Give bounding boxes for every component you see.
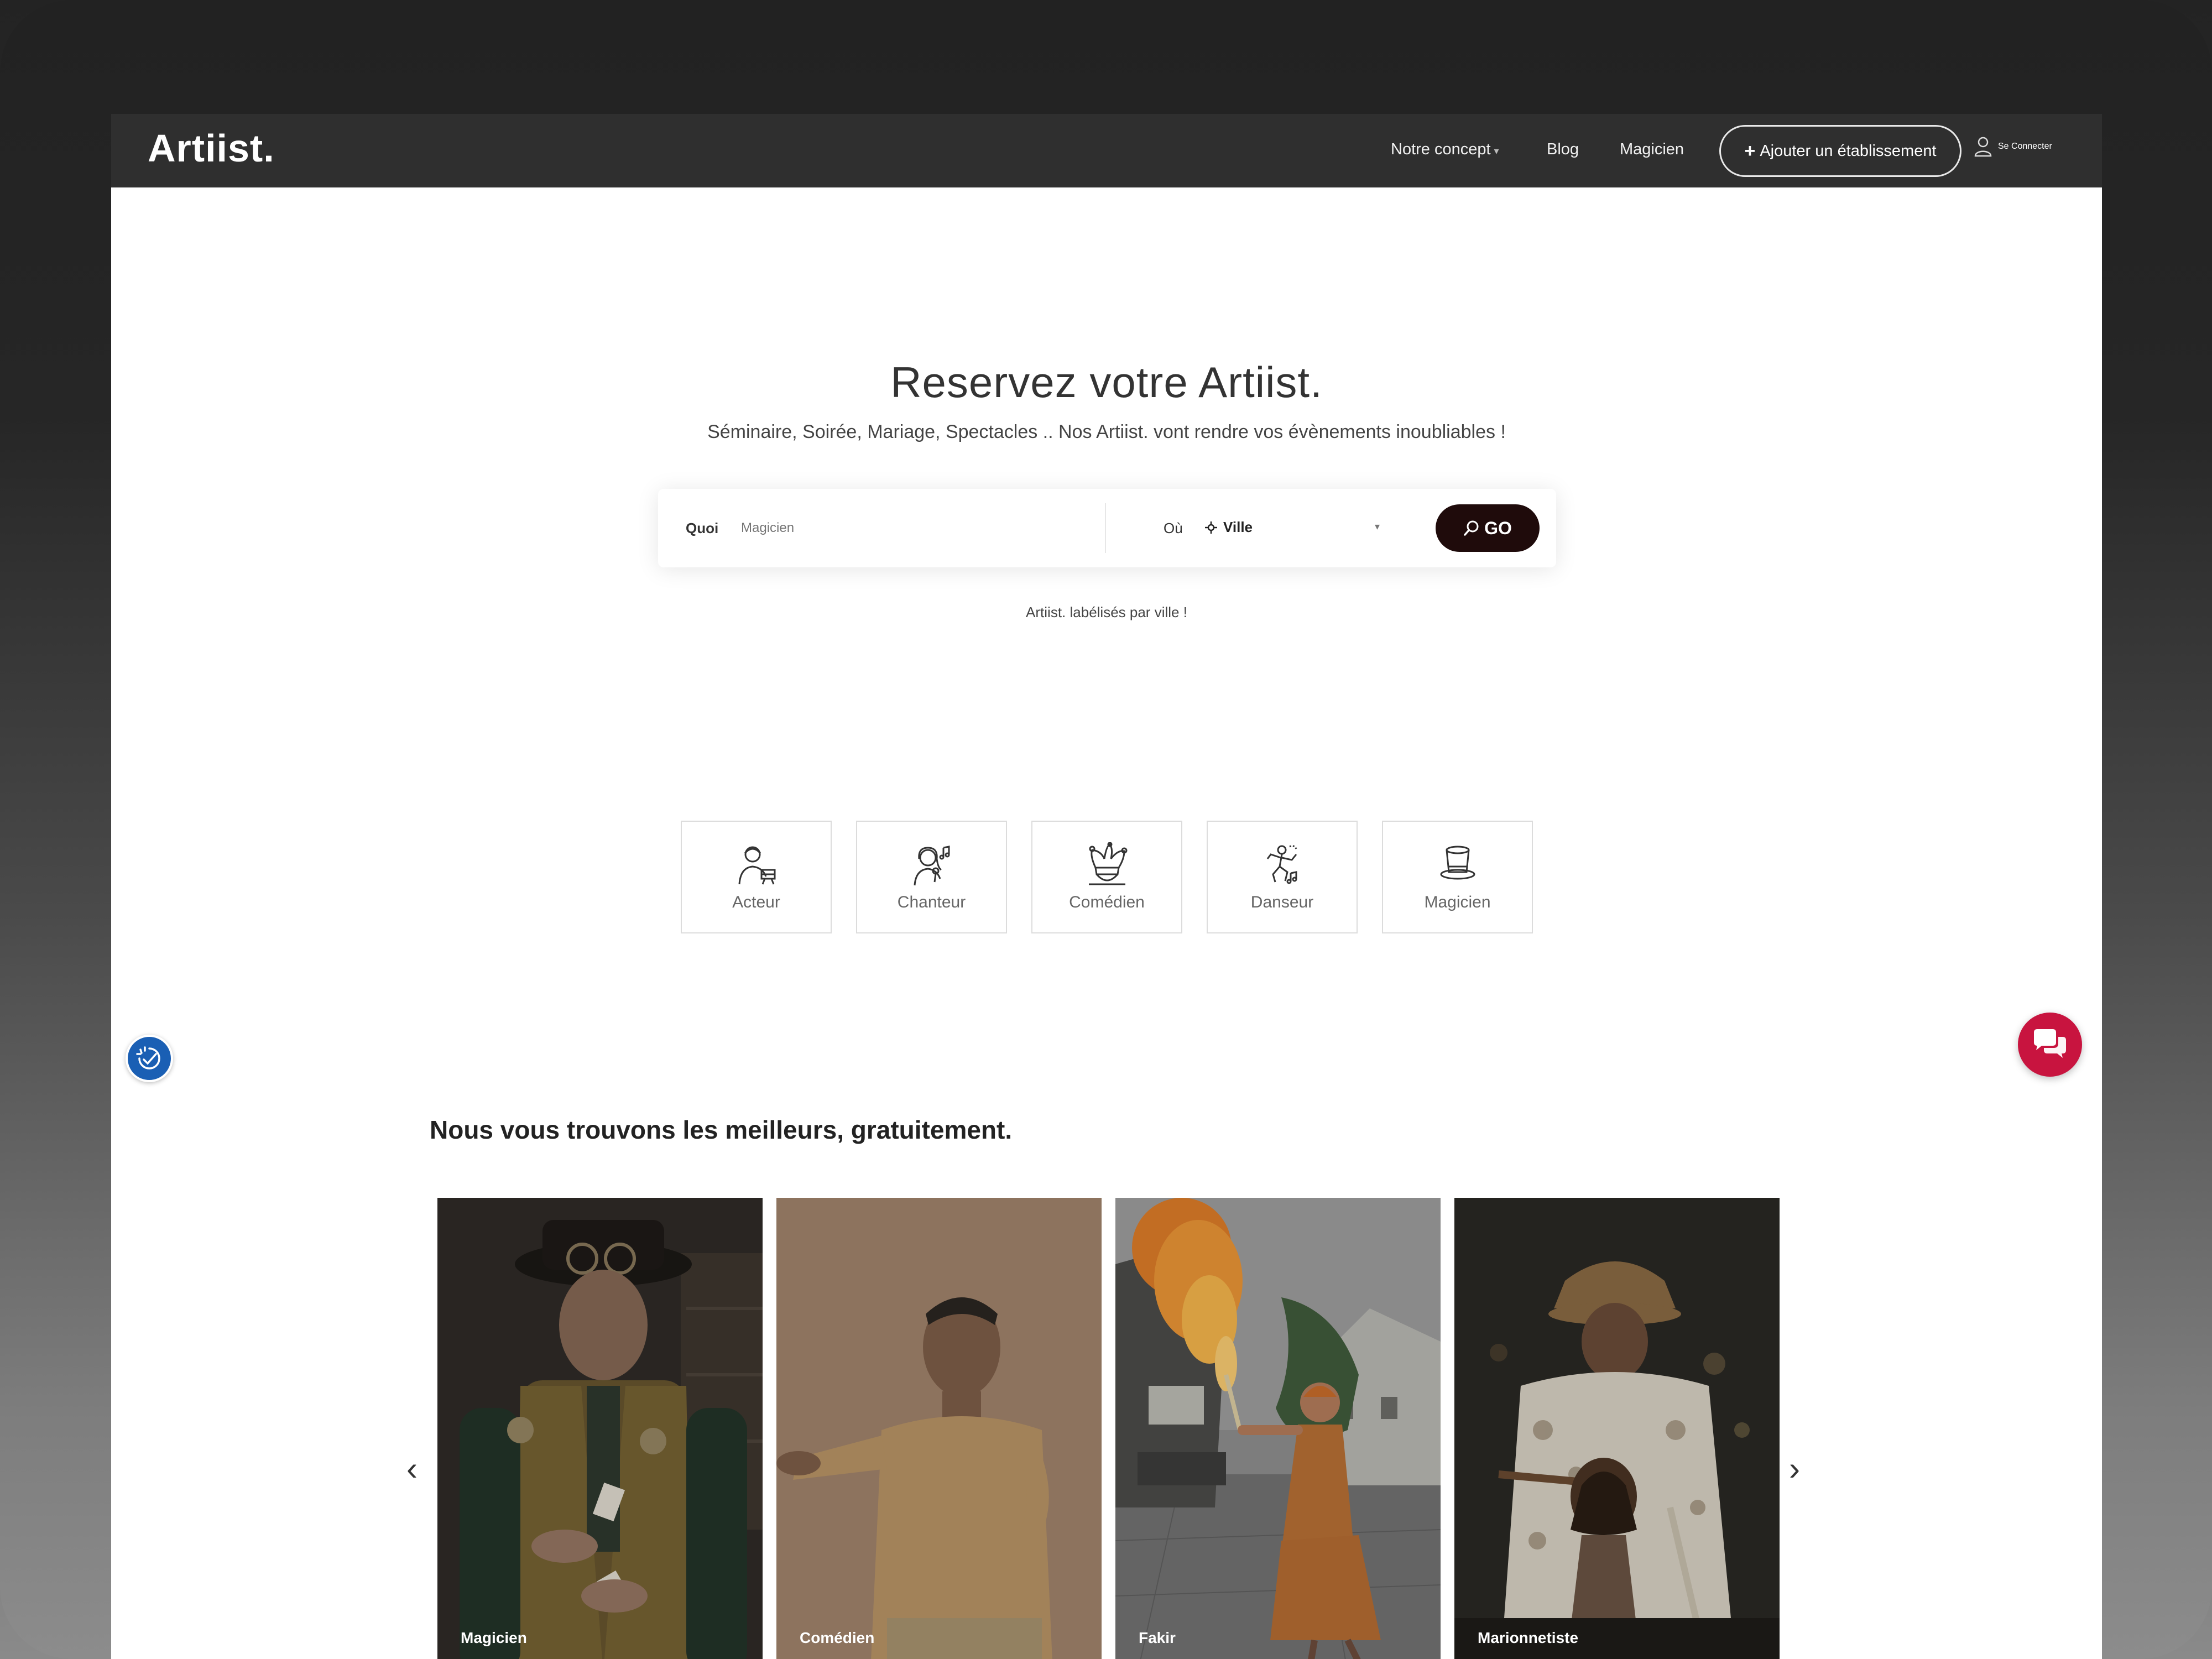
go-search-button[interactable]: GO xyxy=(1436,504,1540,552)
chat-button[interactable] xyxy=(2018,1013,2082,1077)
category-magicien[interactable]: Magicien xyxy=(1382,821,1533,933)
device-frame: Artiist. Notre concept ▾ Blog Magicien + … xyxy=(0,0,2212,1659)
nav-link-magicien[interactable]: Magicien xyxy=(1620,140,1684,159)
category-comedien[interactable]: Comédien xyxy=(1031,821,1182,933)
card-caption: Comédien xyxy=(800,1629,875,1646)
navbar: Artiist. Notre concept ▾ Blog Magicien + … xyxy=(111,114,2102,187)
search-divider xyxy=(1105,503,1106,553)
search-icon xyxy=(1464,520,1479,536)
category-label: Comédien xyxy=(1069,893,1145,911)
where-label: Où xyxy=(1164,520,1183,536)
card-caption: Marionnetiste xyxy=(1478,1629,1579,1646)
hero-subtitle: Séminaire, Soirée, Mariage, Spectacles .… xyxy=(707,421,1506,442)
puppeteer-photo xyxy=(1454,1198,1780,1659)
singer-icon xyxy=(914,846,950,886)
artist-card-magicien[interactable]: Magicien xyxy=(437,1198,763,1659)
add-establishment-button[interactable]: + Ajouter un établissement xyxy=(1719,125,1961,177)
user-icon xyxy=(1974,137,1992,157)
chevron-down-icon: ▾ xyxy=(1494,145,1499,156)
category-chanteur[interactable]: Chanteur xyxy=(856,821,1007,933)
artist-card-marionnetiste[interactable]: Marionnetiste xyxy=(1454,1198,1780,1659)
search-bar: Quoi Où Ville ▾ GO xyxy=(658,489,1556,567)
site-logo[interactable]: Artiist. xyxy=(148,126,275,170)
magic-hat-icon xyxy=(1440,846,1475,880)
category-danseur[interactable]: Danseur xyxy=(1207,821,1358,933)
category-label: Magicien xyxy=(1424,893,1491,911)
hero-title: Reservez votre Artiist. xyxy=(890,358,1323,406)
card-caption: Magicien xyxy=(461,1629,527,1646)
chat-bubbles-icon xyxy=(2034,1029,2066,1058)
category-acteur[interactable]: Acteur xyxy=(681,821,832,933)
category-label: Acteur xyxy=(732,893,780,911)
caret-down-icon[interactable]: ▾ xyxy=(1375,521,1380,533)
fire-breather-photo xyxy=(1115,1198,1441,1659)
category-label: Danseur xyxy=(1250,893,1314,911)
artist-card-comedien[interactable]: Comédien xyxy=(776,1198,1102,1659)
dancer-icon xyxy=(1266,845,1297,884)
plus-icon: + xyxy=(1744,140,1756,161)
what-search-input[interactable] xyxy=(741,514,1084,542)
nav-link-notre-concept[interactable]: Notre concept ▾ xyxy=(1391,140,1499,159)
carousel-next-arrow-icon[interactable]: › xyxy=(1789,1452,1800,1485)
city-select-value: Ville xyxy=(1223,519,1253,535)
nav-link-label: Notre concept xyxy=(1391,140,1491,158)
accessibility-icon xyxy=(136,1046,160,1070)
city-select[interactable]: Ville xyxy=(1204,519,1253,536)
login-link[interactable]: Se Connecter xyxy=(1974,136,2052,157)
go-label: GO xyxy=(1484,518,1512,538)
carousel-prev-arrow-icon[interactable]: ‹ xyxy=(406,1452,418,1485)
card-caption: Fakir xyxy=(1139,1629,1176,1646)
location-crosshair-icon xyxy=(1205,521,1217,534)
add-establishment-label: Ajouter un établissement xyxy=(1760,142,1937,160)
magician-photo xyxy=(437,1198,763,1659)
what-label: Quoi xyxy=(686,520,719,536)
section-title: Nous vous trouvons les meilleurs, gratui… xyxy=(430,1115,1013,1144)
category-label: Chanteur xyxy=(897,893,966,911)
artist-card-fakir[interactable]: Fakir xyxy=(1115,1198,1441,1659)
actor-icon xyxy=(738,846,775,885)
comedian-photo xyxy=(776,1198,1102,1659)
login-label: Se Connecter xyxy=(1998,142,2052,151)
jester-icon xyxy=(1088,842,1127,885)
nav-link-blog[interactable]: Blog xyxy=(1547,140,1579,159)
web-page: Artiist. Notre concept ▾ Blog Magicien + … xyxy=(111,114,2102,1659)
accessibility-button[interactable] xyxy=(126,1035,173,1082)
labels-note[interactable]: Artiist. labélisés par ville ! xyxy=(111,604,2102,621)
